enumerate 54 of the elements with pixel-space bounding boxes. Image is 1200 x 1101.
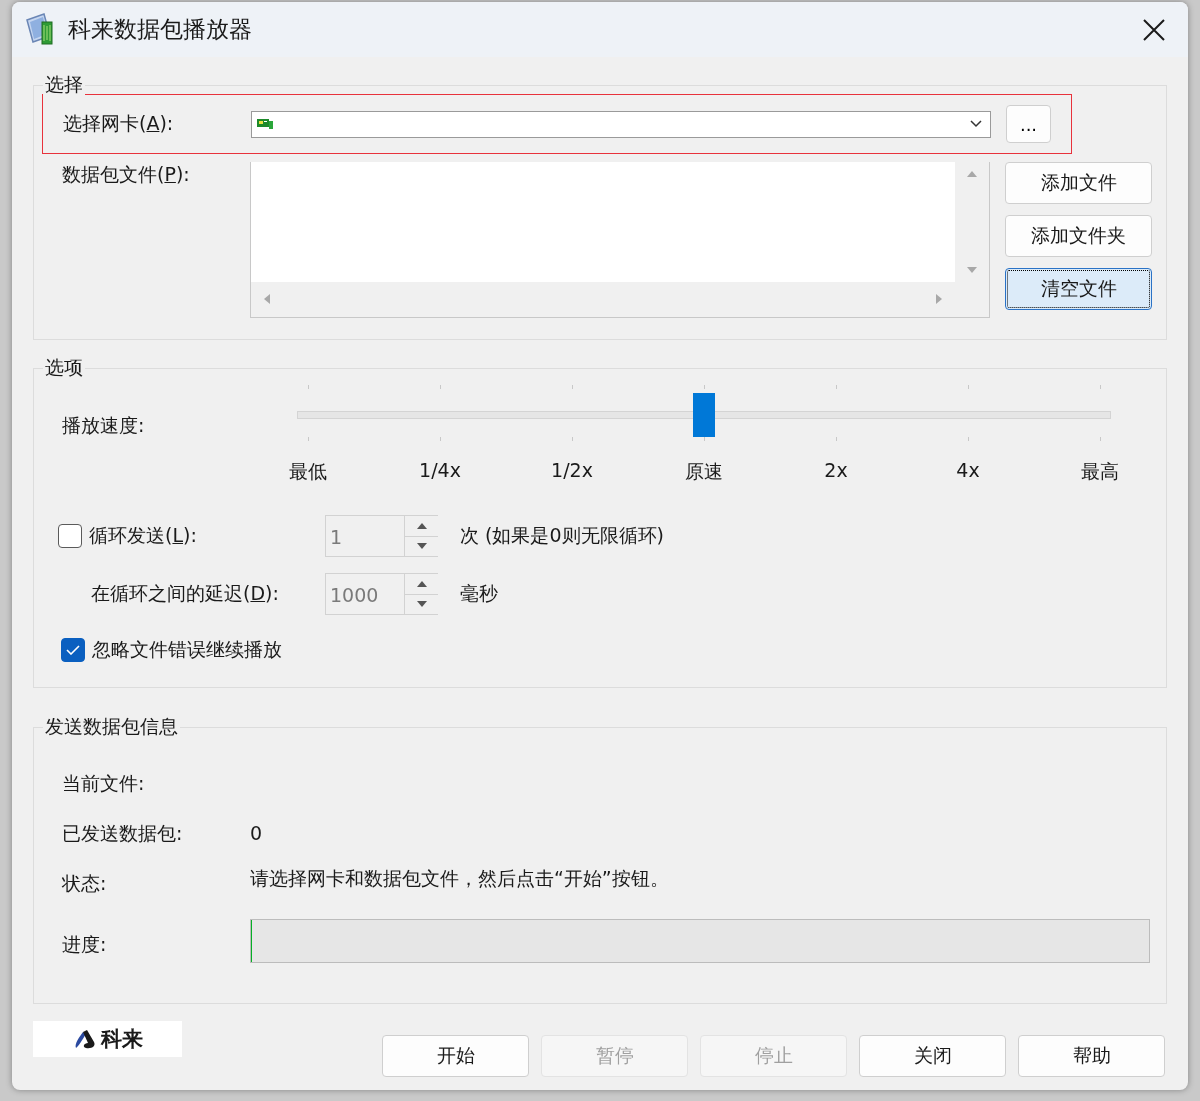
checkbox-label: 循环发送(L):: [89, 523, 197, 548]
spin-down-button[interactable]: [405, 535, 438, 556]
field-label: 数据包文件(P):: [62, 162, 191, 187]
checkbox[interactable]: [61, 638, 85, 662]
spin-down-button[interactable]: [405, 593, 438, 614]
field-value: 0: [250, 821, 264, 846]
slider-thumb[interactable]: [693, 393, 715, 437]
checkbox-label: 忽略文件错误继续播放: [92, 637, 282, 662]
field-label: 当前文件:: [62, 771, 146, 796]
browse-button[interactable]: ...: [1006, 105, 1051, 143]
logo: 科来: [33, 1021, 182, 1057]
dialog-button[interactable]: 帮助: [1018, 1035, 1165, 1077]
file-button[interactable]: 清空文件: [1005, 268, 1152, 310]
network-card-icon: [257, 118, 273, 130]
tick-label: 最低: [289, 459, 327, 484]
spin-box[interactable]: 1000: [325, 573, 438, 615]
field-label: 在循环之间的延迟(D):: [91, 581, 280, 606]
file-button[interactable]: 添加文件夹: [1005, 215, 1152, 257]
field-label: 选择网卡(A):: [63, 111, 175, 136]
triangle-down-icon: [416, 543, 427, 550]
spin-box[interactable]: 1: [325, 515, 438, 557]
triangle-down-icon: [416, 601, 427, 608]
triangle-up-icon: [416, 522, 427, 529]
tick-label: 1/2x: [551, 459, 593, 483]
tick-label: 原速: [685, 459, 723, 484]
group-title: 选项: [43, 355, 85, 379]
field-label: 播放速度:: [62, 413, 146, 438]
field-label: 已发送数据包:: [62, 821, 184, 846]
speed-slider[interactable]: [297, 393, 1111, 437]
scroll-up-icon[interactable]: [967, 170, 977, 177]
triangle-up-icon: [416, 580, 427, 587]
dialog-button[interactable]: 关闭: [859, 1035, 1006, 1077]
file-button[interactable]: 添加文件: [1005, 162, 1152, 204]
group-title: 选择: [43, 72, 85, 96]
dialog-button[interactable]: 开始: [382, 1035, 529, 1077]
tick-label: 4x: [956, 459, 980, 483]
scroll-left-icon[interactable]: [263, 294, 270, 304]
status-message: 请选择网卡和数据包文件，然后点击“开始”按钮。: [250, 866, 670, 891]
tick-label: 2x: [824, 459, 848, 483]
tick-label: 最高: [1081, 459, 1119, 484]
scroll-down-icon[interactable]: [967, 267, 977, 274]
field-label: 状态:: [62, 871, 108, 896]
check-icon: [66, 645, 80, 655]
unit-label: 次 (如果是0则无限循环): [460, 523, 665, 548]
close-icon: [1143, 18, 1165, 41]
checkbox[interactable]: [58, 524, 82, 548]
unit-label: 毫秒: [460, 581, 499, 606]
tick-label: 1/4x: [419, 459, 461, 483]
field-label: 进度:: [62, 932, 108, 957]
chevron-down-icon: [970, 120, 982, 128]
scroll-right-icon[interactable]: [936, 294, 943, 304]
window-title: 科来数据包播放器: [68, 15, 253, 44]
network-card-dropdown[interactable]: [251, 110, 991, 138]
group-title: 发送数据包信息: [43, 714, 180, 738]
